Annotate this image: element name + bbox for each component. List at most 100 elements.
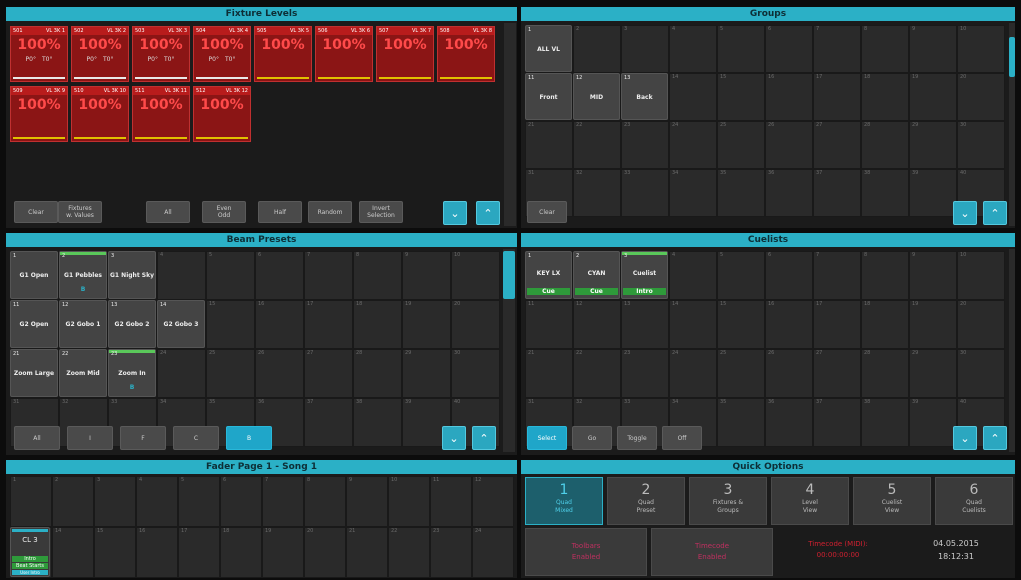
fader-slot[interactable]: 9 [346, 476, 388, 527]
beam-preset-tile[interactable]: 12 G2 Gobo 1 [59, 300, 107, 348]
empty-slot[interactable]: 21 [525, 121, 573, 169]
empty-slot[interactable]: 16 [765, 300, 813, 349]
group-tile[interactable]: 11 Front [525, 73, 572, 120]
fader-cuelist-tile[interactable]: CL 3 Intro Beat Starts User Intro [10, 527, 50, 577]
empty-slot[interactable]: 7 [304, 251, 353, 300]
cuelist-tile[interactable]: 1 KEY LX Cue [525, 251, 572, 299]
groups-scroll-thumb[interactable] [1009, 37, 1015, 77]
empty-slot[interactable]: 27 [813, 121, 861, 169]
empty-slot[interactable]: 4 [669, 25, 717, 73]
quick-option-6[interactable]: 6 Quad Cuelists [935, 477, 1013, 525]
empty-slot[interactable]: 25 [717, 121, 765, 169]
cuelist-action-button[interactable]: Select [527, 426, 567, 450]
beam-preset-tile[interactable]: 23 Zoom In B [108, 349, 156, 397]
empty-slot[interactable]: 17 [813, 300, 861, 349]
empty-slot[interactable]: 27 [813, 349, 861, 398]
fixture-tile[interactable]: 508 VL 3K 8 100% [437, 26, 495, 82]
fader-slot[interactable]: 18 [220, 527, 262, 578]
empty-slot[interactable]: 10 [957, 25, 1005, 73]
fixture-tile[interactable]: 510 VL 3K 10 100% [71, 86, 129, 142]
empty-slot[interactable]: 36 [765, 398, 813, 447]
empty-slot[interactable]: 25 [206, 349, 255, 398]
fixture-tile[interactable]: 505 VL 3K 5 100% [254, 26, 312, 82]
empty-slot[interactable]: 17 [813, 73, 861, 121]
fader-slot[interactable]: 22 [388, 527, 430, 578]
beam-filter-button[interactable]: All [14, 426, 60, 450]
group-tile[interactable]: 12 MID [573, 73, 620, 120]
empty-slot[interactable]: 29 [909, 349, 957, 398]
empty-slot[interactable]: 29 [402, 349, 451, 398]
chevron-down-icon[interactable]: ⌄ [442, 426, 466, 450]
fixture-tile[interactable]: 511 VL 3K 11 100% [132, 86, 190, 142]
empty-slot[interactable]: 20 [957, 300, 1005, 349]
quick-option-2[interactable]: 2 Quad Preset [607, 477, 685, 525]
empty-slot[interactable]: 29 [909, 121, 957, 169]
empty-slot[interactable]: 17 [304, 300, 353, 349]
fader-slot[interactable]: 4 [136, 476, 178, 527]
empty-slot[interactable]: 15 [206, 300, 255, 349]
empty-slot[interactable]: 8 [353, 251, 402, 300]
empty-slot[interactable]: 39 [909, 398, 957, 447]
empty-slot[interactable]: 24 [669, 349, 717, 398]
empty-slot[interactable]: 4 [157, 251, 206, 300]
fader-slot[interactable]: 14 [52, 527, 94, 578]
timecode-toggle[interactable]: Timecode Enabled [651, 528, 773, 576]
empty-slot[interactable]: 16 [765, 73, 813, 121]
empty-slot[interactable]: 37 [813, 398, 861, 447]
fixture-toolbar-button[interactable]: Half [258, 201, 302, 223]
fixture-toolbar-button[interactable]: Fixtures w. Values [58, 201, 102, 223]
empty-slot[interactable]: 2 [573, 25, 621, 73]
empty-slot[interactable]: 26 [255, 349, 304, 398]
empty-slot[interactable]: 24 [669, 121, 717, 169]
fader-slot[interactable]: 6 [220, 476, 262, 527]
beam-preset-tile[interactable]: 14 G2 Gobo 3 [157, 300, 205, 348]
fixture-toolbar-button[interactable]: Invert Selection [359, 201, 403, 223]
beam-filter-button[interactable]: B [226, 426, 272, 450]
cuelist-tile[interactable]: 3 Cuelist Intro [621, 251, 668, 299]
beam-preset-tile[interactable]: 1 G1 Open [10, 251, 58, 299]
fader-slot[interactable]: 15 [94, 527, 136, 578]
fader-slot[interactable]: 19 [262, 527, 304, 578]
beam-filter-button[interactable]: C [173, 426, 219, 450]
chevron-up-icon[interactable]: ⌃ [983, 201, 1007, 225]
quick-option-4[interactable]: 4 Level View [771, 477, 849, 525]
fixture-tile[interactable]: 504 VL 3K 4 100% P0° T0° [193, 26, 251, 82]
empty-slot[interactable]: 37 [304, 398, 353, 447]
empty-slot[interactable]: 6 [255, 251, 304, 300]
empty-slot[interactable]: 39 [909, 169, 957, 217]
cuelists-scrollbar[interactable] [1009, 249, 1015, 452]
empty-slot[interactable]: 18 [861, 73, 909, 121]
fixture-tile[interactable]: 501 VL 3K 1 100% P0° T0° [10, 26, 68, 82]
fader-slot[interactable]: 12 [472, 476, 514, 527]
empty-slot[interactable]: 20 [451, 300, 500, 349]
empty-slot[interactable]: 3 [621, 25, 669, 73]
empty-slot[interactable]: 22 [573, 121, 621, 169]
empty-slot[interactable]: 38 [861, 169, 909, 217]
fixture-tile[interactable]: 512 VL 3K 12 100% [193, 86, 251, 142]
quick-option-5[interactable]: 5 Cuelist View [853, 477, 931, 525]
empty-slot[interactable]: 15 [717, 300, 765, 349]
empty-slot[interactable]: 16 [255, 300, 304, 349]
beam-preset-tile[interactable]: 3 G1 Night Sky [108, 251, 156, 299]
empty-slot[interactable]: 28 [353, 349, 402, 398]
fader-slot[interactable]: 20 [304, 527, 346, 578]
empty-slot[interactable]: 23 [621, 121, 669, 169]
cuelist-tile[interactable]: 2 CYAN Cue [573, 251, 620, 299]
empty-slot[interactable]: 20 [957, 73, 1005, 121]
empty-slot[interactable]: 19 [402, 300, 451, 349]
fixture-tile[interactable]: 502 VL 3K 2 100% P0° T0° [71, 26, 129, 82]
empty-slot[interactable]: 28 [861, 121, 909, 169]
empty-slot[interactable]: 35 [717, 398, 765, 447]
empty-slot[interactable]: 18 [861, 300, 909, 349]
fader-slot[interactable]: 21 [346, 527, 388, 578]
fixture-tile[interactable]: 503 VL 3K 3 100% P0° T0° [132, 26, 190, 82]
beam-preset-tile[interactable]: 21 Zoom Large [10, 349, 58, 397]
empty-slot[interactable]: 34 [669, 169, 717, 217]
quick-option-3[interactable]: 3 Fixtures & Groups [689, 477, 767, 525]
toolbars-toggle[interactable]: Toolbars Enabled [525, 528, 647, 576]
fader-slot[interactable]: 11 [430, 476, 472, 527]
fixture-scrollbar[interactable] [504, 23, 516, 226]
empty-slot[interactable]: 14 [669, 300, 717, 349]
empty-slot[interactable]: 12 [573, 300, 621, 349]
empty-slot[interactable]: 15 [717, 73, 765, 121]
